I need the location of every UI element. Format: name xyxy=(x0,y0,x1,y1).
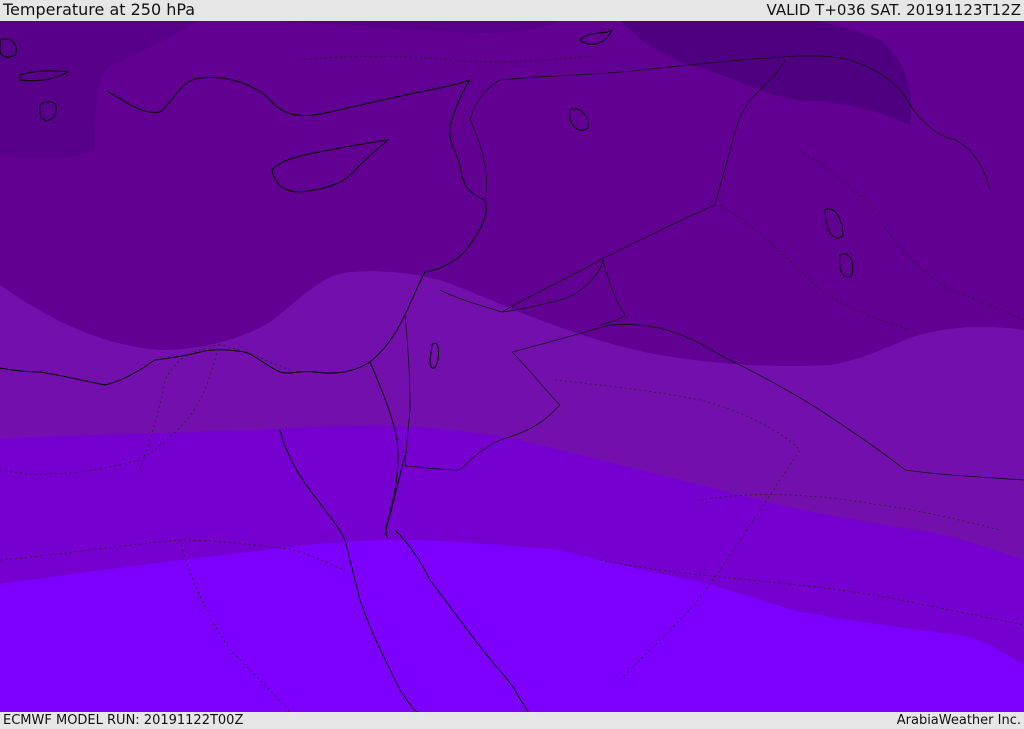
valid-time: VALID T+036 SAT. 20191123T12Z xyxy=(766,1,1021,19)
header-bar: Temperature at 250 hPa VALID T+036 SAT. … xyxy=(0,0,1024,21)
temperature-map[interactable] xyxy=(0,21,1024,712)
footer-bar: ECMWF MODEL RUN: 20191122T00Z ArabiaWeat… xyxy=(0,712,1024,729)
map-title: Temperature at 250 hPa xyxy=(3,0,196,19)
model-run: ECMWF MODEL RUN: 20191122T00Z xyxy=(3,713,244,728)
credit: ArabiaWeather Inc. xyxy=(896,713,1021,728)
map-panel[interactable] xyxy=(0,21,1024,712)
